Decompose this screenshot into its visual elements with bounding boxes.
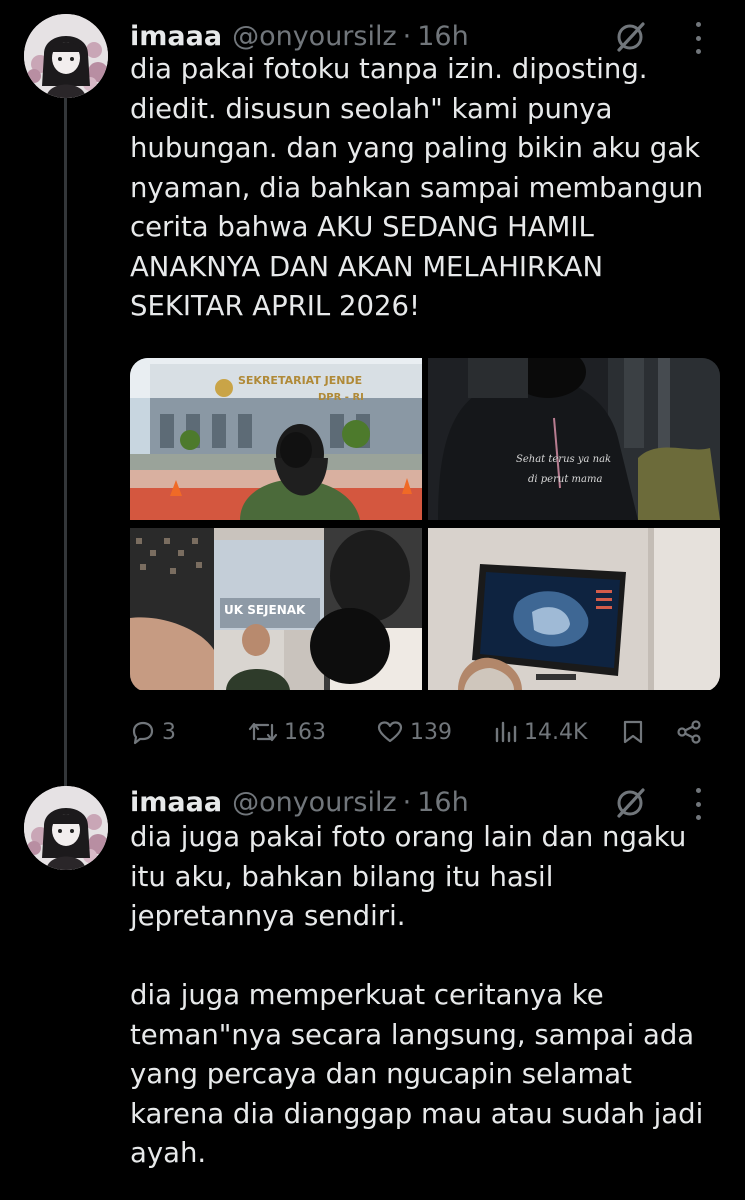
like-icon	[376, 719, 404, 745]
sign-text-1: SEKRETARIAT JENDE	[238, 374, 362, 387]
like-button[interactable]: 139	[376, 712, 452, 752]
timestamp[interactable]: 16h	[417, 21, 468, 52]
reply-count: 3	[162, 719, 176, 745]
avatar[interactable]	[24, 14, 108, 98]
tweet[interactable]: imaaa @onyoursilz · 16h dia juga pakai f…	[0, 780, 745, 1200]
share-icon	[676, 719, 702, 745]
thread-line	[64, 96, 67, 786]
reply-icon	[130, 719, 156, 745]
author-handle[interactable]: @onyoursilz	[232, 787, 397, 818]
repost-button[interactable]: 163	[248, 712, 326, 752]
views-icon	[494, 719, 518, 745]
photo-caption-line2: di perut mama	[528, 474, 602, 485]
views-button[interactable]: 14.4K	[494, 712, 587, 752]
media-photo-4[interactable]	[428, 528, 720, 690]
reply-button[interactable]: 3	[130, 712, 176, 752]
sign-text-2: DPR - RI	[318, 392, 364, 403]
author-handle[interactable]: @onyoursilz	[232, 21, 397, 52]
grok-icon[interactable]	[613, 20, 647, 54]
like-count: 139	[410, 719, 452, 745]
media-grid[interactable]: SEKRETARIAT JENDE DPR - RI Sehat terus y…	[130, 358, 720, 692]
grok-icon[interactable]	[613, 786, 647, 820]
media-photo-2[interactable]: Sehat terus ya nak di perut mama	[428, 358, 720, 520]
tweet-header: imaaa @onyoursilz · 16h	[130, 782, 725, 822]
tweet-text: dia juga pakai foto orang lain dan ngaku…	[130, 821, 704, 1169]
tweet-text: dia pakai fotoku tanpa izin. diposting. …	[130, 53, 704, 322]
author-name[interactable]: imaaa	[130, 787, 222, 818]
photo-caption-line1: Sehat terus ya nak	[516, 454, 611, 465]
author-name[interactable]: imaaa	[130, 21, 222, 52]
tweet[interactable]: imaaa @onyoursilz · 16h dia pakai fotoku…	[0, 0, 745, 786]
views-count: 14.4K	[524, 719, 588, 745]
bookmark-button[interactable]	[622, 712, 644, 752]
bookmark-icon	[622, 719, 644, 745]
repost-count: 163	[284, 719, 326, 745]
more-icon[interactable]	[693, 788, 703, 820]
timestamp[interactable]: 16h	[417, 787, 468, 818]
separator: ·	[402, 786, 412, 818]
tweet-actions: 3 163 139 14.4K	[130, 712, 720, 752]
avatar[interactable]	[24, 786, 108, 870]
photo-caption: UK SEJENAK	[224, 603, 306, 617]
media-photo-1[interactable]: SEKRETARIAT JENDE DPR - RI	[130, 358, 422, 520]
repost-icon	[248, 719, 278, 745]
media-photo-3[interactable]: UK SEJENAK	[130, 528, 422, 690]
share-button[interactable]	[676, 712, 702, 752]
separator: ·	[402, 20, 412, 52]
